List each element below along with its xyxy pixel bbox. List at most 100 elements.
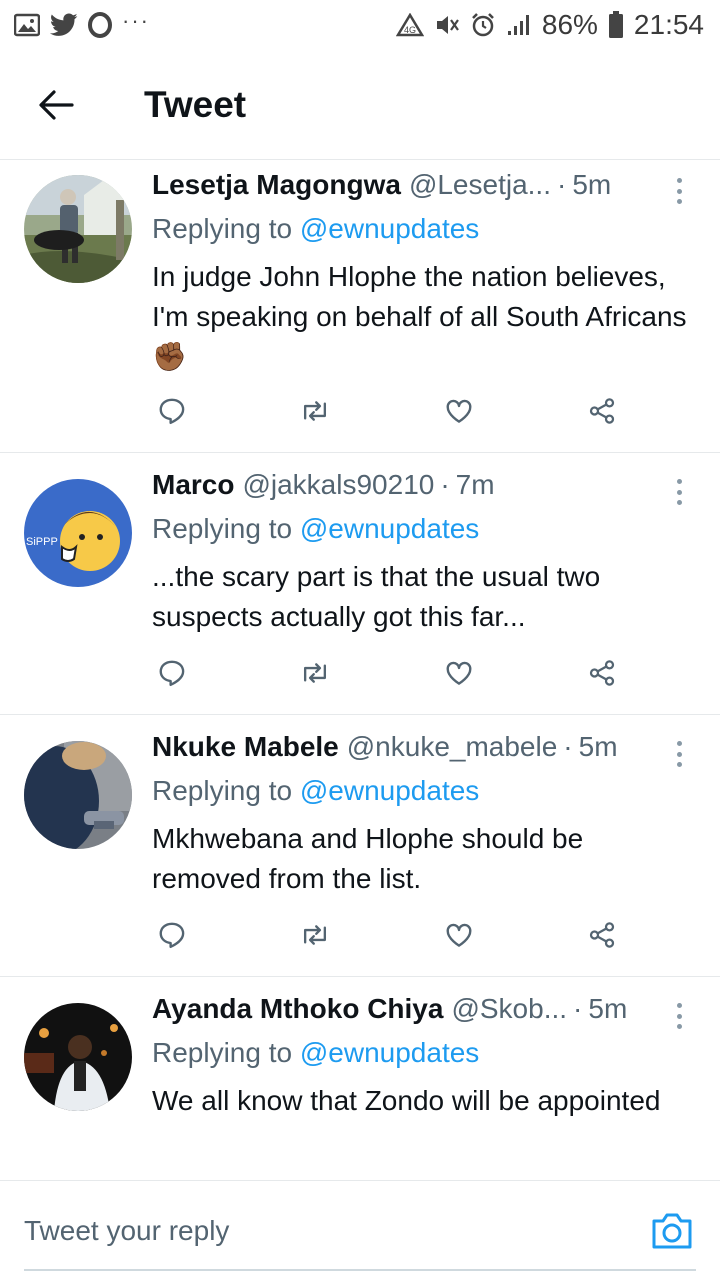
back-button[interactable] bbox=[26, 75, 86, 135]
avatar-photo bbox=[24, 741, 132, 849]
display-name[interactable]: Marco bbox=[152, 469, 234, 501]
more-notifications-dots: ··· bbox=[122, 8, 150, 33]
reply-input[interactable] bbox=[24, 1209, 624, 1253]
avatar-caption: SiPPP bbox=[26, 536, 58, 548]
top-app-bar: Tweet bbox=[0, 50, 720, 160]
avatar-photo bbox=[24, 175, 132, 283]
alarm-icon bbox=[471, 13, 494, 37]
user-handle[interactable]: @jakkals90210 bbox=[242, 469, 434, 501]
tweet-item[interactable]: Lesetja Magongwa @Lesetja... · 5m Replyi… bbox=[0, 161, 720, 453]
tweet-text: Mkhwebana and Hlophe should be removed f… bbox=[152, 823, 584, 894]
tweet-item[interactable]: Ayanda Mthoko Chiya @Skob... · 5m Replyi… bbox=[0, 977, 720, 1180]
tweet-time: 5m bbox=[588, 993, 628, 1024]
tweet-header: Marco @jakkals90210 · 7m bbox=[152, 469, 696, 509]
avatar[interactable] bbox=[24, 175, 132, 283]
user-handle[interactable]: @nkuke_mabele bbox=[347, 731, 558, 763]
display-name[interactable]: Lesetja Magongwa bbox=[152, 169, 401, 201]
tweet-text: We all know that Zondo will be appointed bbox=[152, 1085, 661, 1116]
mention-link[interactable]: @ewnupdates bbox=[300, 1037, 479, 1068]
tweet-item[interactable]: Nkuke Mabele @nkuke_mabele · 5m Replying… bbox=[0, 715, 720, 977]
data-saver-icon: 4G bbox=[395, 13, 424, 37]
like-icon bbox=[444, 920, 474, 955]
replying-prefix: Replying to bbox=[152, 775, 293, 806]
reply-icon bbox=[157, 658, 187, 693]
tweet-header: Ayanda Mthoko Chiya @Skob... · 5m bbox=[152, 993, 696, 1033]
reply-button[interactable] bbox=[152, 917, 192, 957]
reply-button[interactable] bbox=[152, 655, 192, 695]
share-button[interactable] bbox=[582, 393, 622, 433]
retweet-button[interactable] bbox=[295, 393, 335, 433]
like-icon bbox=[444, 658, 474, 693]
like-button[interactable] bbox=[439, 393, 479, 433]
avatar[interactable] bbox=[24, 1003, 132, 1111]
tweet-actions bbox=[152, 655, 622, 695]
more-options-button[interactable] bbox=[664, 176, 694, 206]
like-icon bbox=[444, 396, 474, 431]
gallery-icon bbox=[14, 13, 40, 37]
replying-to: Replying to @ewnupdates bbox=[152, 513, 696, 553]
mention-link[interactable]: @ewnupdates bbox=[300, 213, 479, 244]
avatar[interactable] bbox=[24, 741, 132, 849]
tweet-body: Ayanda Mthoko Chiya @Skob... · 5m Replyi… bbox=[152, 993, 696, 1121]
mention-link[interactable]: @ewnupdates bbox=[300, 513, 479, 544]
replying-prefix: Replying to bbox=[152, 213, 293, 244]
replying-prefix: Replying to bbox=[152, 513, 293, 544]
avatar-cartoon: SiPPP bbox=[24, 479, 132, 587]
back-arrow-icon bbox=[39, 89, 74, 120]
reply-icon bbox=[157, 396, 187, 431]
tweet-body: Nkuke Mabele @nkuke_mabele · 5m Replying… bbox=[152, 731, 696, 899]
tweet-text: In judge John Hlophe the nation believes… bbox=[152, 261, 687, 372]
status-bar: ··· 4G 86% 21:54 bbox=[0, 0, 720, 50]
reply-icon bbox=[157, 920, 187, 955]
like-button[interactable] bbox=[439, 655, 479, 695]
mention-link[interactable]: @ewnupdates bbox=[300, 775, 479, 806]
retweet-icon bbox=[299, 658, 331, 693]
signal-icon bbox=[507, 15, 529, 35]
tweet-time: 5m bbox=[572, 169, 612, 200]
tweet-header: Lesetja Magongwa @Lesetja... · 5m bbox=[152, 169, 696, 209]
share-button[interactable] bbox=[582, 655, 622, 695]
retweet-button[interactable] bbox=[295, 917, 335, 957]
camera-icon bbox=[652, 1213, 692, 1249]
more-options-button[interactable] bbox=[664, 477, 694, 507]
reply-underline bbox=[24, 1269, 696, 1271]
user-handle[interactable]: @Lesetja... bbox=[409, 169, 551, 201]
tweet-header: Nkuke Mabele @nkuke_mabele · 5m bbox=[152, 731, 696, 771]
separator-dot: · bbox=[440, 469, 450, 500]
share-icon bbox=[586, 396, 618, 431]
like-button[interactable] bbox=[439, 917, 479, 957]
tweet-text: ...the scary part is that the usual two … bbox=[152, 561, 601, 632]
tweet-item[interactable]: SiPPP Marco @jakkals90210 · 7m Replying … bbox=[0, 453, 720, 715]
avatar-photo bbox=[24, 1003, 132, 1111]
clock: 21:54 bbox=[633, 9, 704, 40]
retweet-button[interactable] bbox=[295, 655, 335, 695]
separator-dot: · bbox=[557, 169, 567, 200]
svg-text:4G: 4G bbox=[404, 25, 416, 35]
separator-dot: · bbox=[563, 731, 573, 762]
tweet-time: 7m bbox=[455, 469, 495, 500]
battery-icon bbox=[608, 11, 623, 38]
tweet-time: 5m bbox=[578, 731, 618, 762]
reply-button[interactable] bbox=[152, 393, 192, 433]
avatar[interactable]: SiPPP bbox=[24, 479, 132, 587]
tweet-actions bbox=[152, 917, 622, 957]
share-icon bbox=[586, 920, 618, 955]
camera-button[interactable] bbox=[650, 1211, 694, 1251]
mute-icon bbox=[436, 16, 459, 34]
replying-to: Replying to @ewnupdates bbox=[152, 1037, 696, 1077]
status-right: 4G 86% 21:54 bbox=[395, 9, 704, 41]
user-handle[interactable]: @Skob... bbox=[451, 993, 567, 1025]
share-button[interactable] bbox=[582, 917, 622, 957]
tweet-actions bbox=[152, 393, 622, 433]
separator-dot: · bbox=[573, 993, 583, 1024]
more-options-button[interactable] bbox=[664, 739, 694, 769]
tweet-body: Lesetja Magongwa @Lesetja... · 5m Replyi… bbox=[152, 169, 696, 377]
opera-icon bbox=[88, 12, 112, 38]
more-options-button[interactable] bbox=[664, 1001, 694, 1031]
display-name[interactable]: Nkuke Mabele bbox=[152, 731, 339, 763]
replying-prefix: Replying to bbox=[152, 1037, 293, 1068]
display-name[interactable]: Ayanda Mthoko Chiya bbox=[152, 993, 443, 1025]
retweet-icon bbox=[299, 396, 331, 431]
retweet-icon bbox=[299, 920, 331, 955]
status-left: ··· bbox=[14, 8, 150, 38]
